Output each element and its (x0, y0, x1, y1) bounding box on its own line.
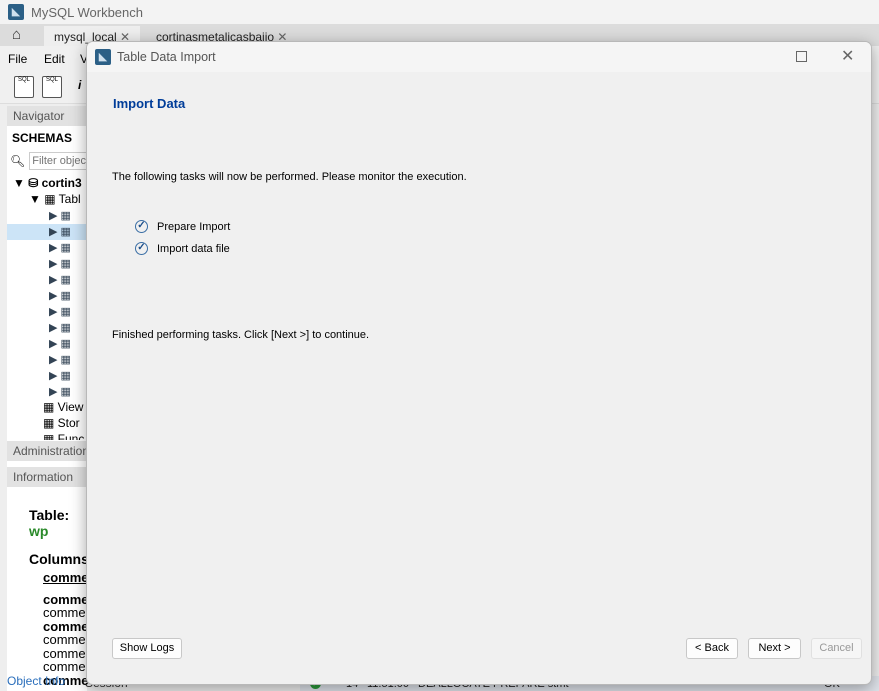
new-sql-tab-icon[interactable]: SQL (14, 76, 34, 98)
open-sql-file-icon[interactable]: SQL (42, 76, 62, 98)
tables-label: Tabl (58, 192, 81, 206)
columns-label: Columns: (29, 551, 94, 567)
column-list: comme comme commer comme commer commer c… (7, 567, 90, 687)
column-item: commer (43, 659, 90, 674)
next-button[interactable]: Next > (748, 638, 801, 659)
task-label: Import data file (157, 242, 230, 255)
filter-input[interactable] (29, 152, 90, 170)
table-list[interactable]: ▶ ▦ ▶ ▦ ▶ ▦ ▶ ▦ ▶ ▦ ▶ ▦ ▶ ▦ ▶ ▦ ▶ ▦ ▶ ▦ ▶ ▦ ▶ ▦ (7, 208, 87, 400)
tables-node[interactable]: ▼ ▦ Tabl (7, 192, 87, 208)
cancel-button: Cancel (811, 638, 862, 659)
views-label: View (57, 400, 84, 414)
check-icon: ✓ (135, 242, 148, 255)
column-item: commer (43, 605, 90, 620)
table-value: wp (29, 523, 49, 539)
task-label: Prepare Import (157, 220, 231, 233)
column-item: comme (43, 618, 89, 634)
administration-tab[interactable]: Administration (7, 441, 89, 461)
search-icon: 🔍︎ (10, 154, 26, 168)
intro-text: The following tasks will now be performe… (112, 171, 467, 183)
check-icon: ✓ (135, 220, 148, 233)
table-info: Table: wp (7, 487, 87, 539)
views-node[interactable]: ▦ View (7, 400, 87, 416)
app-title-bar: ◣ MySQL Workbench (0, 0, 879, 24)
column-item: commer (43, 632, 90, 647)
task-item: ✓ Prepare Import (135, 220, 230, 233)
home-icon[interactable]: ⌂ (12, 26, 21, 43)
schema-item[interactable]: ▼ ⛁ cortin3 (7, 176, 87, 192)
workbench-logo-icon: ◣ (8, 4, 24, 20)
column-item: comme (43, 591, 89, 607)
maximize-icon[interactable] (796, 51, 807, 62)
navigator-header: Navigator (7, 106, 87, 126)
dialog-title-bar: ◣ Table Data Import ✕ (87, 42, 871, 72)
table-label: Table: (29, 507, 70, 523)
show-logs-button[interactable]: Show Logs (112, 638, 182, 659)
navigator-panel: Navigator SCHEMAS 🔍︎ ▼ ⛁ cortin3 ▼ ▦ Tab… (7, 106, 94, 691)
status-text: Finished performing tasks. Click [Next >… (112, 329, 370, 341)
task-item: ✓ Import data file (135, 242, 230, 255)
schema-name: cortin3 (41, 176, 82, 190)
app-title: MySQL Workbench (31, 5, 143, 20)
functions-label: Func (57, 432, 85, 440)
object-info-tab[interactable]: Object Info (7, 674, 65, 688)
menu-file[interactable]: File (8, 52, 27, 66)
information-header: Information (7, 467, 87, 487)
stored-label: Stor (57, 416, 80, 430)
dialog-title: Table Data Import (117, 50, 216, 64)
database-icon: ⛁ (28, 176, 39, 190)
dialog-heading: Import Data (113, 96, 186, 111)
stored-node[interactable]: ▦ Stor (7, 416, 87, 432)
functions-node[interactable]: ▦ Func (7, 432, 87, 440)
close-icon[interactable]: ✕ (841, 46, 854, 66)
workbench-logo-icon: ◣ (95, 49, 111, 65)
column-item: commer (43, 645, 90, 661)
schemas-label: SCHEMAS (12, 131, 73, 145)
info-icon[interactable]: i (78, 78, 81, 92)
table-data-import-dialog: ◣ Table Data Import ✕ Import Data The fo… (86, 41, 872, 685)
column-item: comme (43, 570, 89, 585)
menu-edit[interactable]: Edit (44, 52, 65, 66)
back-button[interactable]: < Back (686, 638, 738, 659)
